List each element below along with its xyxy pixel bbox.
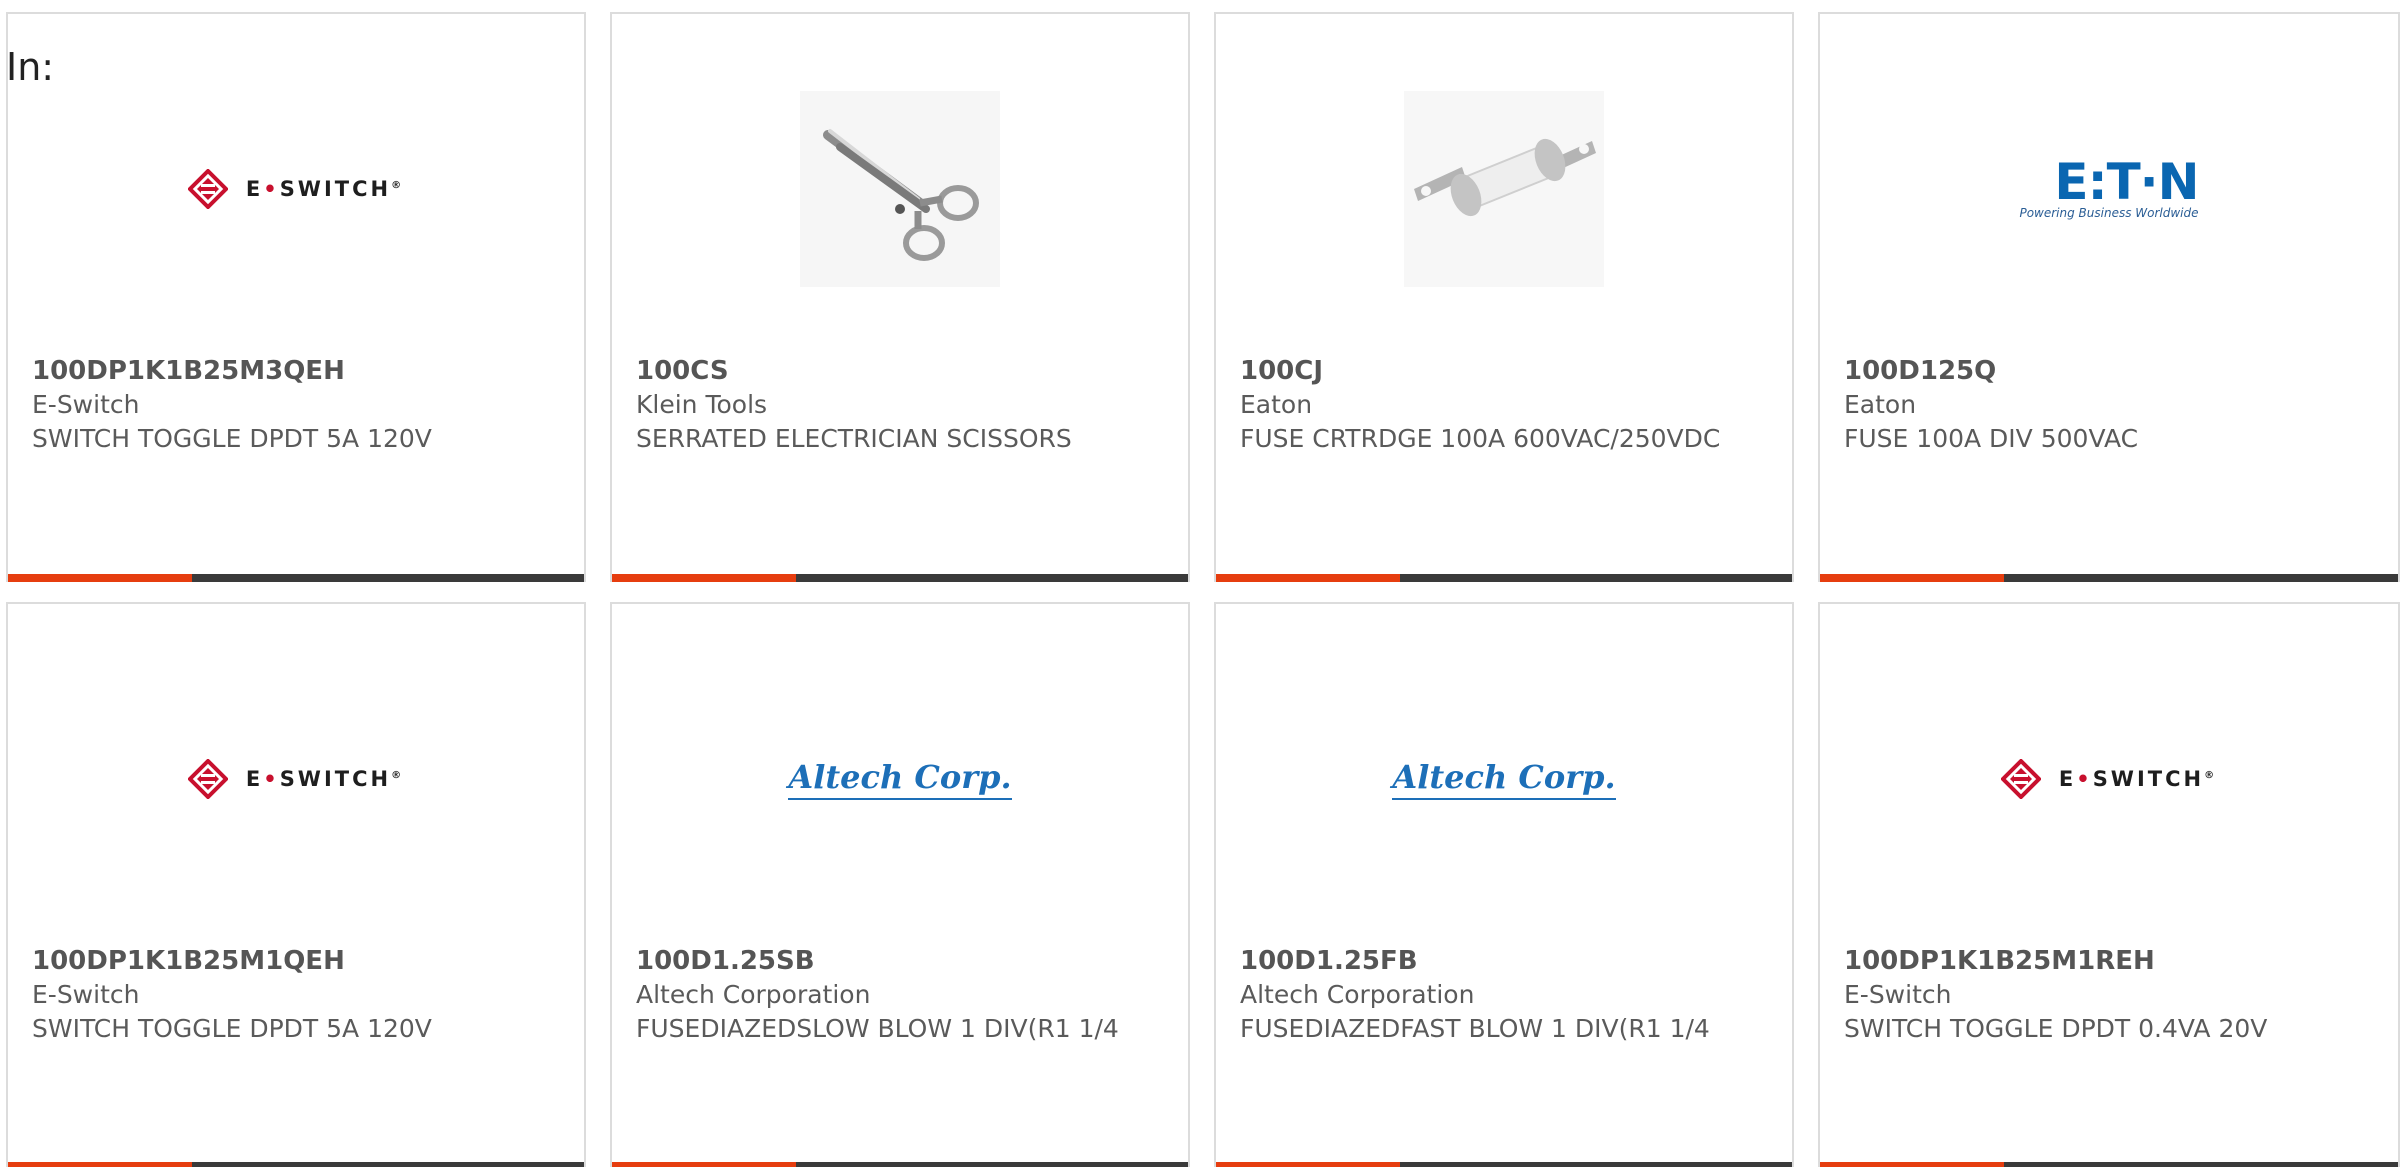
card-bar-accent bbox=[1216, 1162, 1400, 1167]
card-bar-accent bbox=[612, 574, 796, 582]
manufacturer: Klein Tools bbox=[636, 390, 768, 419]
eaton-tagline: Powering Business Worldwide bbox=[2019, 206, 2199, 220]
product-grid-row-2: E•SWITCH® 100DP1K1B25M1QEH E-Switch SWIT… bbox=[6, 602, 2400, 1167]
eswitch-mark-icon bbox=[187, 169, 228, 209]
product-description: SWITCH TOGGLE DPDT 5A 120V bbox=[32, 1014, 432, 1043]
product-image: E•SWITCH® bbox=[8, 674, 584, 884]
part-number[interactable]: 100CS bbox=[636, 354, 1164, 388]
eswitch-wordmark: E•SWITCH® bbox=[245, 767, 405, 791]
product-description: SWITCH TOGGLE DPDT 5A 120V bbox=[32, 424, 432, 453]
card-bar-accent bbox=[8, 574, 192, 582]
part-number[interactable]: 100D1.25SB bbox=[636, 944, 1164, 978]
card-bar-accent bbox=[1820, 574, 2004, 582]
product-description: FUSEDIAZEDFAST BLOW 1 DIV(R1 1/4 bbox=[1240, 1014, 1710, 1043]
altech-logo: Altech Corp. bbox=[1392, 758, 1616, 800]
eswitch-mark-icon bbox=[187, 759, 228, 799]
product-image: E•SWITCH® bbox=[8, 84, 584, 294]
manufacturer: Eaton bbox=[1844, 390, 1917, 419]
manufacturer: E-Switch bbox=[32, 980, 140, 1009]
part-number[interactable]: 100D1.25FB bbox=[1240, 944, 1768, 978]
manufacturer: Altech Corporation bbox=[636, 980, 871, 1009]
altech-logo: Altech Corp. bbox=[788, 758, 1012, 800]
card-bar-accent bbox=[8, 1162, 192, 1167]
product-info: 100DP1K1B25M3QEH E-Switch SWITCH TOGGLE … bbox=[32, 354, 560, 456]
product-description: FUSEDIAZEDSLOW BLOW 1 DIV(R1 1/4 bbox=[636, 1014, 1119, 1043]
product-card[interactable]: E•SWITCH® 100DP1K1B25M1REH E-Switch SWIT… bbox=[1818, 602, 2400, 1167]
product-info: 100CS Klein Tools SERRATED ELECTRICIAN S… bbox=[636, 354, 1164, 456]
scissors-photo bbox=[800, 91, 1000, 287]
product-image: E•SWITCH® bbox=[1820, 674, 2398, 884]
product-image: Altech Corp. bbox=[612, 674, 1188, 884]
product-info: 100D1.25SB Altech Corporation FUSEDIAZED… bbox=[636, 944, 1164, 1046]
eaton-logo: E:T·N Powering Business Worldwide bbox=[2019, 153, 2199, 220]
manufacturer: E-Switch bbox=[1844, 980, 1952, 1009]
card-bar-accent bbox=[612, 1162, 796, 1167]
eaton-wordmark: E:T·N bbox=[2054, 153, 2199, 211]
product-info: 100D125Q Eaton FUSE 100A DIV 500VAC bbox=[1844, 354, 2374, 456]
filter-in-label: In: bbox=[6, 45, 55, 89]
manufacturer: Eaton bbox=[1240, 390, 1313, 419]
product-image bbox=[612, 84, 1188, 294]
product-card[interactable]: E•SWITCH® 100DP1K1B25M3QEH E-Switch SWIT… bbox=[6, 12, 586, 582]
product-grid-page: In: E•SWITCH® 100DP1K1B25M3QEH E-Switch bbox=[0, 0, 2400, 1167]
part-number[interactable]: 100DP1K1B25M1QEH bbox=[32, 944, 560, 978]
product-card[interactable]: Altech Corp. 100D1.25SB Altech Corporati… bbox=[610, 602, 1190, 1167]
product-description: SERRATED ELECTRICIAN SCISSORS bbox=[636, 424, 1072, 453]
eswitch-logo: E•SWITCH® bbox=[2000, 759, 2218, 799]
part-number[interactable]: 100CJ bbox=[1240, 354, 1768, 388]
fuse-photo bbox=[1404, 91, 1604, 287]
product-info: 100DP1K1B25M1QEH E-Switch SWITCH TOGGLE … bbox=[32, 944, 560, 1046]
eswitch-mark-icon bbox=[2000, 759, 2041, 799]
product-info: 100D1.25FB Altech Corporation FUSEDIAZED… bbox=[1240, 944, 1768, 1046]
product-card[interactable]: 100CS Klein Tools SERRATED ELECTRICIAN S… bbox=[610, 12, 1190, 582]
eswitch-wordmark: E•SWITCH® bbox=[245, 177, 405, 201]
product-image: E:T·N Powering Business Worldwide bbox=[1820, 84, 2398, 294]
part-number[interactable]: 100DP1K1B25M1REH bbox=[1844, 944, 2374, 978]
product-card[interactable]: Altech Corp. 100D1.25FB Altech Corporati… bbox=[1214, 602, 1794, 1167]
part-number[interactable]: 100D125Q bbox=[1844, 354, 2374, 388]
eswitch-wordmark: E•SWITCH® bbox=[2058, 767, 2218, 791]
eswitch-logo: E•SWITCH® bbox=[187, 169, 405, 209]
product-image bbox=[1216, 84, 1792, 294]
product-description: FUSE 100A DIV 500VAC bbox=[1844, 424, 2139, 453]
product-info: 100CJ Eaton FUSE CRTRDGE 100A 600VAC/250… bbox=[1240, 354, 1768, 456]
card-bar-accent bbox=[1820, 1162, 2004, 1167]
product-grid: E•SWITCH® 100DP1K1B25M3QEH E-Switch SWIT… bbox=[6, 12, 2400, 582]
product-info: 100DP1K1B25M1REH E-Switch SWITCH TOGGLE … bbox=[1844, 944, 2374, 1046]
product-description: SWITCH TOGGLE DPDT 0.4VA 20V bbox=[1844, 1014, 2268, 1043]
manufacturer: E-Switch bbox=[32, 390, 140, 419]
product-image: Altech Corp. bbox=[1216, 674, 1792, 884]
card-bar-accent bbox=[1216, 574, 1400, 582]
product-card[interactable]: E•SWITCH® 100DP1K1B25M1QEH E-Switch SWIT… bbox=[6, 602, 586, 1167]
eswitch-logo: E•SWITCH® bbox=[187, 759, 405, 799]
product-description: FUSE CRTRDGE 100A 600VAC/250VDC bbox=[1240, 424, 1721, 453]
part-number[interactable]: 100DP1K1B25M3QEH bbox=[32, 354, 560, 388]
product-card[interactable]: 100CJ Eaton FUSE CRTRDGE 100A 600VAC/250… bbox=[1214, 12, 1794, 582]
manufacturer: Altech Corporation bbox=[1240, 980, 1475, 1009]
product-card[interactable]: E:T·N Powering Business Worldwide 100D12… bbox=[1818, 12, 2400, 582]
